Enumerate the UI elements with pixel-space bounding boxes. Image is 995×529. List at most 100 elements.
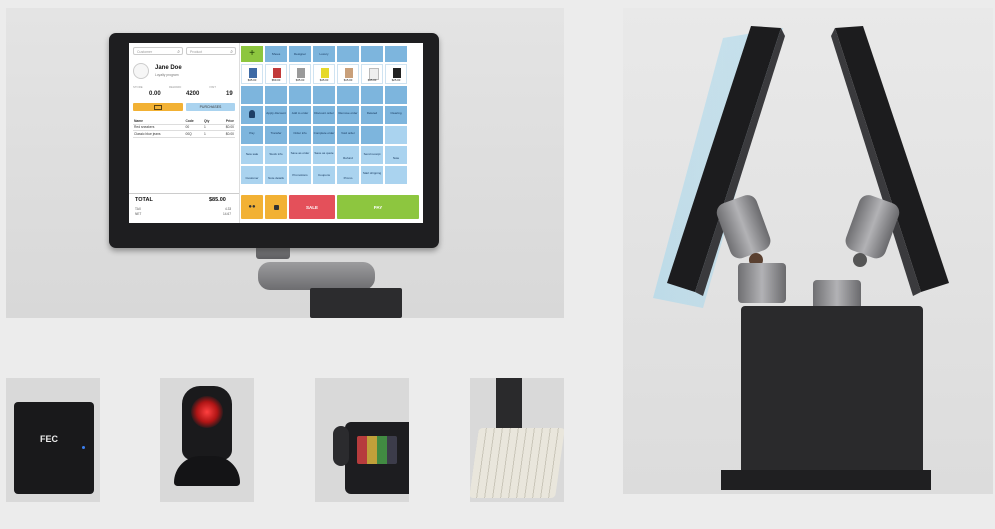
function-tile[interactable]: Start shipping: [361, 166, 383, 184]
function-tile[interactable]: Refund: [337, 146, 359, 164]
grid-tile[interactable]: [385, 166, 407, 184]
product-search-input[interactable]: Product ⌕: [186, 47, 236, 55]
card-icon: [154, 105, 162, 110]
tax-value: 4.33: [225, 207, 232, 211]
function-tile[interactable]: Pay: [241, 126, 263, 144]
product-shorts[interactable]: $15.00: [337, 64, 359, 84]
grid-tile[interactable]: [265, 86, 287, 104]
grid-tile[interactable]: [289, 86, 311, 104]
category-empty[interactable]: [385, 46, 407, 62]
person-icon: [249, 110, 255, 118]
customer-name: Jane Doe: [155, 65, 182, 71]
search-icon: ⌕: [230, 49, 233, 55]
cell-code: 00: [184, 124, 203, 132]
terminal-cable: [333, 426, 349, 466]
function-tile[interactable]: Add to order: [289, 106, 311, 124]
function-tile[interactable]: Coupons: [313, 166, 335, 184]
category-luxury[interactable]: Luxury: [313, 46, 335, 62]
scanner-photo: [160, 378, 254, 502]
function-tile[interactable]: Void order: [337, 126, 359, 144]
function-tile[interactable]: Customer: [241, 166, 263, 184]
grid-tile[interactable]: [361, 126, 383, 144]
function-tile[interactable]: Clearing: [385, 106, 407, 124]
avatar: [133, 63, 149, 79]
stand-pole: [310, 288, 402, 318]
tshirt-icon: [321, 68, 329, 78]
function-tile[interactable]: Promotions: [289, 166, 311, 184]
customers-button[interactable]: ●●: [241, 195, 263, 219]
stat-label-visit: VISIT: [209, 85, 216, 89]
grid-tile[interactable]: [337, 86, 359, 104]
product-tshirt-yellow[interactable]: $45.00: [313, 64, 335, 84]
product-pants-black[interactable]: $25.00: [385, 64, 407, 84]
lock-button[interactable]: [265, 195, 287, 219]
customer-subtitle: Loyalty program: [155, 73, 179, 77]
grid-tile[interactable]: [241, 86, 263, 104]
totals-divider: [129, 193, 239, 194]
cell-qty: 1: [202, 124, 217, 132]
product-pants-white[interactable]: $35.00: [361, 64, 383, 84]
customer-search-input[interactable]: Customer ⌕: [133, 47, 183, 55]
tshirt-icon: [297, 68, 305, 78]
function-tile[interactable]: New sale: [241, 146, 263, 164]
payment-terminal-photo: [315, 378, 409, 502]
printer-status-light: [82, 446, 85, 449]
pos-screen: Customer ⌕ Product ⌕ Jane Doe Loyalty prog…: [129, 43, 423, 223]
function-tile[interactable]: Save as quote: [313, 146, 335, 164]
total-label: TOTAL: [135, 197, 153, 203]
product-pants-red[interactable]: $59.00: [265, 64, 287, 84]
users-icon: ●●: [248, 204, 256, 210]
stat-value-store: 0.00: [149, 91, 161, 97]
category-empty[interactable]: [361, 46, 383, 62]
function-tile[interactable]: Remove order: [337, 106, 359, 124]
function-tile[interactable]: Discount order: [313, 106, 335, 124]
product-tshirt-grey[interactable]: $35.00: [289, 64, 311, 84]
cell-name: Red sneakers: [133, 124, 185, 132]
grid-tile[interactable]: [385, 86, 407, 104]
category-empty[interactable]: [337, 46, 359, 62]
function-tile[interactable]: Note: [385, 146, 407, 164]
cell-price: $0.00: [216, 130, 235, 138]
shorts-icon: [345, 68, 353, 78]
customer-action-tile[interactable]: [241, 106, 263, 124]
function-tile[interactable]: Apply discount: [265, 106, 287, 124]
purchases-button[interactable]: PURCHASES: [186, 103, 235, 111]
keyboard-photo: [470, 378, 564, 502]
terminal-keypad: [357, 436, 397, 464]
tax-label: TAX: [135, 207, 141, 211]
jeans-icon: [249, 68, 257, 78]
printer-photo: FEC: [6, 378, 100, 502]
stand-arm: [258, 262, 375, 290]
cell-name: Classic blue jeans: [133, 130, 185, 138]
function-tile[interactable]: Note details: [265, 166, 287, 184]
function-tile[interactable]: Order info: [289, 126, 311, 144]
grid-tile[interactable]: [313, 86, 335, 104]
grid-tile[interactable]: [385, 126, 407, 144]
scanner-laser-light: [191, 396, 223, 428]
table-row[interactable]: Classic blue jeans 00Q 1 $0.00: [133, 130, 235, 138]
category-shoes[interactable]: Shoes: [265, 46, 287, 62]
function-tile[interactable]: Complete order: [313, 126, 335, 144]
search-icon: ⌕: [177, 49, 180, 55]
gift-card-button[interactable]: [133, 103, 183, 111]
grid-tile[interactable]: [361, 86, 383, 104]
function-tile[interactable]: Transfer: [265, 126, 287, 144]
net-label: NET: [135, 212, 142, 216]
cell-qty: 1: [202, 130, 217, 138]
add-product-button[interactable]: +: [241, 46, 263, 62]
function-tile[interactable]: Stock info: [265, 146, 287, 164]
pay-button[interactable]: PAY: [337, 195, 419, 219]
function-tile[interactable]: Save as order: [289, 146, 311, 164]
pants-icon: [393, 68, 401, 78]
keyboard: [470, 428, 564, 498]
product-jeans[interactable]: $45.00: [241, 64, 263, 84]
net-value: 14.67: [223, 212, 231, 216]
function-tile[interactable]: Promo: [337, 166, 359, 184]
sale-button[interactable]: SALE: [289, 195, 335, 219]
total-value: $85.00: [209, 197, 226, 203]
table-row[interactable]: Red sneakers 00 1 $0.00: [133, 124, 235, 132]
function-tile[interactable]: Send receipt: [361, 146, 383, 164]
cell-code: 00Q: [184, 130, 203, 138]
category-designer[interactable]: Designer: [289, 46, 311, 62]
function-tile[interactable]: Deleted: [361, 106, 383, 124]
